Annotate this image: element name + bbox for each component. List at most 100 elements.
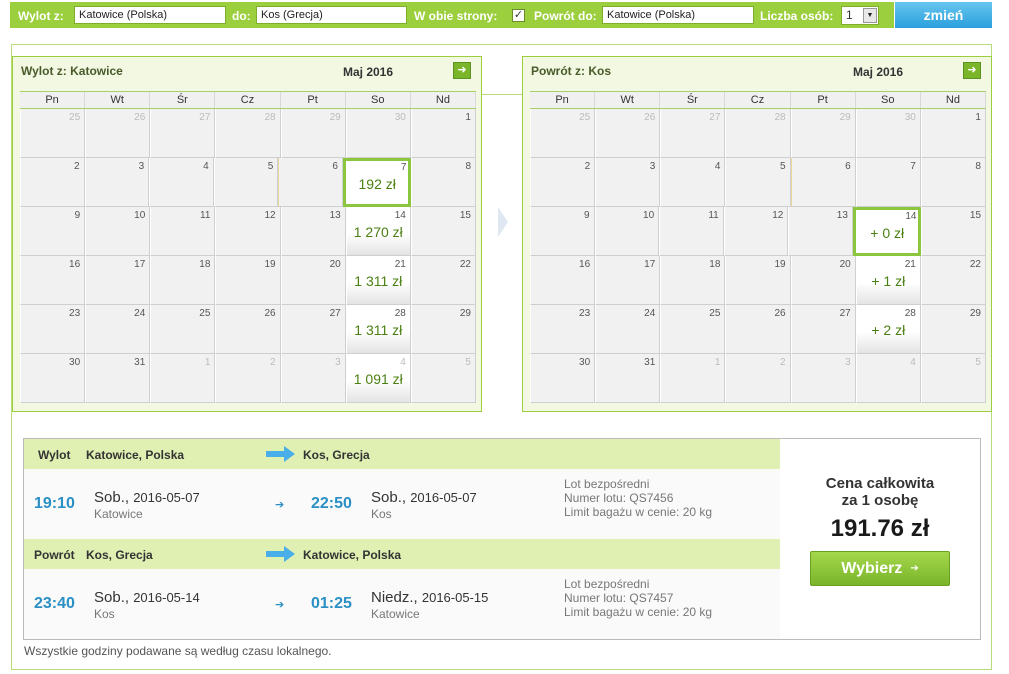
right-arrow-icon (498, 207, 508, 237)
calendar-day-with-price[interactable]: 4 1 091 zł (345, 354, 411, 403)
calendar-day: 8 (920, 158, 986, 207)
calendar-day: 2 (725, 354, 791, 403)
calendar-day: 17 (595, 256, 661, 305)
info-baggage: Limit bagażu w cenie: 20 kg (564, 505, 713, 519)
calendar-week: 9 10 11 12 13 14 + 0 zł 15 (530, 207, 987, 256)
calendar-day: 3 (280, 354, 346, 403)
arrow-right-icon (266, 446, 295, 462)
calendar-day: 22 (920, 256, 986, 305)
chevron-down-icon[interactable]: ▼ (863, 8, 877, 23)
day-number: 30 (904, 112, 916, 123)
return-body: 23:40 Sob., 2016-05-14 Kos ➔ 01:25 Niedz… (24, 569, 780, 639)
day-number: 12 (772, 210, 784, 221)
departure-day: Sob., (94, 489, 130, 506)
day-number: 13 (836, 210, 848, 221)
calendar-day: 7 (855, 158, 921, 207)
day-number: 12 (264, 210, 276, 221)
calendar-day-with-price[interactable]: 14 1 270 zł (345, 207, 411, 256)
arrow-right-icon: ➔ (910, 563, 919, 575)
day-number: 15 (969, 210, 982, 221)
departure-city: Kos (94, 607, 115, 621)
departure-date: Sob., 2016-05-14 (94, 589, 200, 606)
calendar-week: 9 10 11 12 13 14 1 270 zł 15 (20, 207, 476, 256)
segment-from: Kos, Grecja (86, 548, 153, 562)
day-number: 19 (264, 259, 276, 270)
weekday-label: Nd (411, 92, 476, 108)
total-price-amount: 191.76 zł (830, 515, 930, 542)
return-calendar: Powrót z: Kos Maj 2016 ➜ Pn Wt Śr Cz Pt So Nd 2… (522, 56, 992, 412)
day-number: 23 (579, 308, 591, 319)
calendar-grid: Pn Wt Śr Cz Pt So Nd 25 26 27 28 29 30 1 2 3 4 5 6 7 192 zł 8… (20, 91, 477, 403)
day-number: 31 (134, 357, 146, 368)
calendar-day: 24 (595, 305, 661, 354)
weekday-label: Śr (150, 92, 216, 108)
change-button[interactable]: zmień (894, 2, 992, 28)
calendar-day: 5 (410, 354, 476, 403)
calendar-day: 1 (920, 109, 986, 158)
day-price: + 0 zł (870, 225, 905, 241)
calendar-day: 16 (20, 256, 86, 305)
day-number: 21 (394, 259, 406, 270)
day-number: 5 (975, 357, 981, 368)
calendar-day: 13 (788, 207, 853, 256)
calendar-day: 8 (411, 158, 477, 207)
calendar-day-with-price[interactable]: 21 1 311 zł (345, 256, 411, 305)
day-number: 1 (975, 112, 981, 123)
day-number: 8 (465, 161, 472, 172)
calendar-week: 25 26 27 28 29 30 1 (530, 109, 986, 158)
calendar-day-with-price[interactable]: 28 + 2 zł (855, 305, 921, 354)
calendar-day: 26 (595, 109, 661, 158)
calendar-day: 25 (150, 305, 216, 354)
weekday-header: Pn Wt Śr Cz Pt So Nd (530, 91, 986, 109)
return-header: Powrót Kos, Grecja Katowice, Polska (24, 539, 780, 569)
flight-info: Lot bezpośredni Numer lotu: QS7456 Limit… (564, 477, 712, 519)
calendar-day: 30 (855, 109, 921, 158)
from-input[interactable]: Katowice (Polska) (74, 6, 226, 24)
arrival-time: 01:25 (311, 595, 352, 612)
calendar-day: 11 (659, 207, 724, 256)
arrival-date: Niedz., 2016-05-15 (371, 589, 488, 606)
calendar-day: 12 (215, 207, 281, 256)
select-button[interactable]: Wybierz ➔ (810, 551, 950, 586)
day-number: 2 (270, 357, 276, 368)
calendar-day-with-price[interactable]: 28 1 311 zł (345, 305, 411, 354)
day-number: 29 (839, 112, 851, 123)
calendar-day: 3 (790, 354, 856, 403)
calendar-day: 23 (20, 305, 86, 354)
calendar-day: 26 (725, 305, 791, 354)
next-month-arrow-icon[interactable]: ➜ (453, 62, 471, 79)
calendar-day: 17 (85, 256, 151, 305)
persons-label: Liczba osób: (760, 9, 834, 23)
day-number: 9 (74, 210, 81, 221)
arrival-date-value: 2016-05-15 (421, 590, 489, 605)
info-baggage: Limit bagażu w cenie: 20 kg (564, 605, 713, 619)
day-number: 29 (459, 308, 471, 319)
day-price: + 1 zł (871, 273, 906, 289)
calendar-day: 29 (410, 305, 476, 354)
both-ways-checkbox[interactable]: ✓ (512, 9, 525, 22)
calendar-day: 27 (150, 109, 216, 158)
day-number: 3 (649, 161, 656, 172)
calendar-day-with-price[interactable]: 7 192 zł (342, 158, 412, 207)
calendar-day-with-price[interactable]: 14 + 0 zł (852, 207, 922, 256)
calendar-day-with-price[interactable]: 21 + 1 zł (855, 256, 921, 305)
day-number: 31 (644, 357, 656, 368)
weekday-label: Pt (281, 92, 346, 108)
info-direct: Lot bezpośredni (564, 477, 650, 491)
calendar-month: Maj 2016 (343, 65, 394, 79)
day-number: 15 (459, 210, 471, 221)
calendar-day: 25 (660, 305, 726, 354)
calendar-day: 15 (410, 207, 476, 256)
day-number: 13 (329, 210, 341, 221)
to-input[interactable]: Kos (Grecja) (256, 6, 407, 24)
from-label: Wylot z: (18, 9, 64, 23)
day-number: 22 (459, 259, 471, 270)
calendar-day: 2 (20, 158, 85, 207)
day-number: 10 (134, 210, 146, 221)
weekday-label: Wt (595, 92, 661, 108)
next-month-arrow-icon[interactable]: ➜ (963, 62, 981, 79)
day-number: 25 (199, 308, 211, 319)
day-number: 20 (839, 259, 851, 270)
return-input[interactable]: Katowice (Polska) (602, 6, 754, 24)
persons-select[interactable]: 1 ▼ (841, 6, 879, 25)
